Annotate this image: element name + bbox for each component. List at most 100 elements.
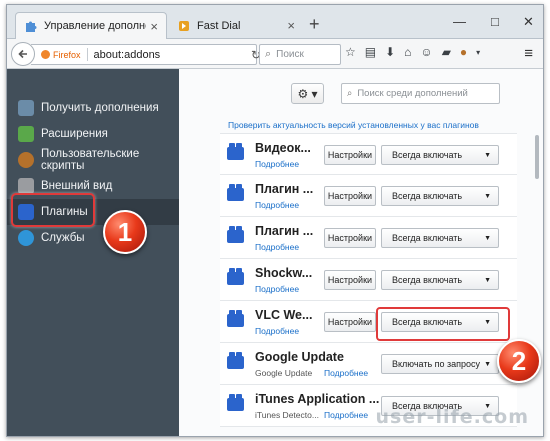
addon-search-input[interactable]: ⌕ Поиск среди дополнений bbox=[341, 83, 500, 104]
dropdown-value: Всегда включать bbox=[392, 233, 463, 243]
navigation-bar: Firefox about:addons ↻ ⌕ Поиск ☆ ▤ ⬇ ⌂ ☺… bbox=[7, 39, 543, 69]
activation-dropdown[interactable]: Всегда включать ▼ bbox=[381, 145, 499, 165]
settings-button[interactable]: Настройки bbox=[324, 312, 376, 332]
lego-brick-icon bbox=[227, 226, 244, 243]
addons-sidebar: Получить дополнения Расширения Пользоват… bbox=[7, 69, 179, 436]
gear-icon: ⚙ ▾ bbox=[297, 86, 318, 101]
plugin-row[interactable]: Плагин ... Подробнее Настройки Всегда вк… bbox=[220, 217, 517, 259]
brand-label: Firefox bbox=[53, 49, 81, 60]
tab-strip: Управление дополнения... × Fast Dial × +… bbox=[7, 5, 543, 39]
url-bar[interactable]: Firefox about:addons ↻ bbox=[31, 44, 261, 65]
bookmark-star-icon[interactable]: ☆ bbox=[345, 45, 356, 59]
toolbar-icons: ☆ ▤ ⬇ ⌂ ☺ ▰ ● ▾ bbox=[345, 45, 480, 59]
more-link[interactable]: Подробнее bbox=[255, 326, 299, 336]
paint-brush-icon bbox=[18, 178, 34, 194]
sidebar-item-label: Получить дополнения bbox=[41, 102, 159, 114]
greasemonkey-icon[interactable]: ● bbox=[460, 45, 467, 59]
chevron-down-icon[interactable]: ▾ bbox=[476, 48, 480, 57]
downloads-icon[interactable]: ⬇ bbox=[385, 45, 395, 59]
firefox-icon bbox=[41, 50, 50, 59]
tab-close-button[interactable]: × bbox=[287, 18, 295, 33]
maximize-button[interactable]: □ bbox=[491, 14, 499, 29]
activation-dropdown[interactable]: Всегда включать ▼ bbox=[381, 228, 499, 248]
highlight-plugins-annotation bbox=[11, 193, 95, 227]
settings-button[interactable]: Настройки bbox=[324, 145, 376, 165]
search-placeholder: Поиск bbox=[276, 49, 304, 60]
sidebar-item-get-addons[interactable]: Получить дополнения bbox=[7, 95, 179, 121]
smiley-icon[interactable]: ☺ bbox=[420, 45, 432, 59]
url-text: about:addons bbox=[93, 48, 161, 61]
identity-box[interactable]: Firefox bbox=[41, 50, 81, 60]
lego-brick-icon bbox=[227, 310, 244, 327]
plugin-row[interactable]: Видеок... Подробнее Настройки Всегда вкл… bbox=[220, 133, 517, 175]
activation-dropdown[interactable]: Всегда включать ▼ bbox=[381, 270, 499, 290]
hamburger-menu-icon[interactable]: ≡ bbox=[524, 45, 533, 62]
activation-dropdown[interactable]: Включать по запросу ▼ bbox=[381, 354, 499, 374]
search-bar[interactable]: ⌕ Поиск bbox=[259, 44, 341, 65]
plugin-name: Shockw... bbox=[255, 266, 313, 280]
back-button[interactable] bbox=[11, 42, 35, 66]
chevron-down-icon: ▼ bbox=[484, 360, 491, 368]
sidebar-item-services[interactable]: Службы bbox=[7, 225, 179, 251]
lego-brick-icon bbox=[227, 143, 244, 160]
separator bbox=[86, 48, 88, 61]
service-bubble-icon bbox=[18, 230, 34, 246]
plugin-description: iTunes Detecto... bbox=[255, 410, 319, 420]
sidebar-item-user-scripts[interactable]: Пользовательские скрипты bbox=[7, 147, 179, 173]
browser-window: Управление дополнения... × Fast Dial × +… bbox=[6, 4, 544, 437]
reading-list-icon[interactable]: ▤ bbox=[365, 45, 376, 59]
fast-dial-toolbar-icon[interactable]: ▰ bbox=[442, 45, 451, 59]
back-arrow-icon bbox=[18, 49, 27, 59]
plugin-name: VLC We... bbox=[255, 308, 313, 322]
activation-dropdown[interactable]: Всегда включать ▼ bbox=[381, 186, 499, 206]
plugin-name: Google Update bbox=[255, 350, 344, 364]
chevron-down-icon: ▼ bbox=[484, 276, 491, 284]
plugin-row[interactable]: Плагин ... Подробнее Настройки Всегда вк… bbox=[220, 175, 517, 217]
tab-fast-dial[interactable]: Fast Dial × bbox=[169, 12, 303, 39]
new-tab-button[interactable]: + bbox=[309, 15, 320, 33]
tab-title: Fast Dial bbox=[197, 19, 241, 32]
tools-gear-button[interactable]: ⚙ ▾ bbox=[291, 83, 324, 104]
more-link[interactable]: Подробнее bbox=[255, 159, 299, 169]
scrollbar[interactable] bbox=[535, 135, 539, 435]
step-badge-2: 2 bbox=[497, 339, 541, 383]
plugin-name: Плагин ... bbox=[255, 224, 314, 238]
chevron-down-icon: ▼ bbox=[484, 151, 491, 159]
plugin-list: Видеок... Подробнее Настройки Всегда вкл… bbox=[220, 133, 517, 427]
plugin-name: Видеок... bbox=[255, 141, 311, 155]
search-icon: ⌕ bbox=[265, 48, 272, 60]
settings-button[interactable]: Настройки bbox=[324, 228, 376, 248]
dropdown-value: Всегда включать bbox=[392, 191, 463, 201]
tab-addons-manager[interactable]: Управление дополнения... × bbox=[15, 12, 167, 39]
step-badge-1: 1 bbox=[103, 210, 147, 254]
sidebar-item-label: Службы bbox=[41, 232, 85, 244]
tab-title: Управление дополнения... bbox=[44, 20, 146, 32]
monkey-icon bbox=[18, 152, 34, 168]
dropdown-value: Всегда включать bbox=[392, 275, 463, 285]
lego-brick-icon bbox=[227, 184, 244, 201]
check-plugins-link[interactable]: Проверить актуальность версий установлен… bbox=[228, 120, 479, 130]
puzzle-piece-icon bbox=[18, 126, 34, 142]
highlight-dropdown-annotation bbox=[376, 307, 510, 341]
more-link[interactable]: Подробнее bbox=[255, 242, 299, 252]
tab-close-button[interactable]: × bbox=[150, 19, 158, 34]
sidebar-item-extensions[interactable]: Расширения bbox=[7, 121, 179, 147]
close-window-button[interactable]: ✕ bbox=[523, 14, 534, 30]
more-link[interactable]: Подробнее bbox=[255, 284, 299, 294]
more-link[interactable]: Подробнее bbox=[324, 410, 368, 420]
dropdown-value: Всегда включать bbox=[392, 150, 463, 160]
plugin-row[interactable]: Google Update Google Update Подробнее Вк… bbox=[220, 343, 517, 385]
plugin-description: Google Update bbox=[255, 368, 313, 378]
puzzle-download-icon bbox=[18, 100, 34, 116]
lego-brick-icon bbox=[227, 394, 244, 411]
more-link[interactable]: Подробнее bbox=[255, 200, 299, 210]
settings-button[interactable]: Настройки bbox=[324, 270, 376, 290]
sidebar-item-label: Пользовательские скрипты bbox=[41, 148, 140, 172]
minimize-button[interactable]: — bbox=[453, 14, 466, 29]
scrollbar-thumb[interactable] bbox=[535, 135, 539, 179]
settings-button[interactable]: Настройки bbox=[324, 186, 376, 206]
plugins-pane: ⚙ ▾ ⌕ Поиск среди дополнений Проверить а… bbox=[179, 69, 543, 436]
home-icon[interactable]: ⌂ bbox=[404, 45, 411, 59]
plugin-row[interactable]: Shockw... Подробнее Настройки Всегда вкл… bbox=[220, 259, 517, 301]
more-link[interactable]: Подробнее bbox=[324, 368, 368, 378]
